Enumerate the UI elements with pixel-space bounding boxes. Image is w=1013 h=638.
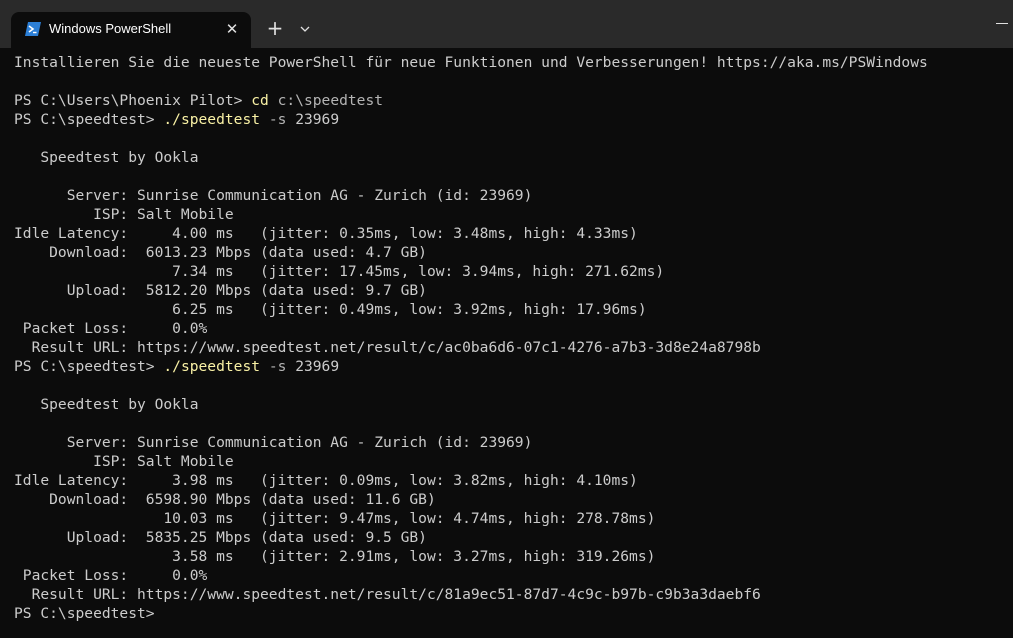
tab-windows-powershell[interactable]: Windows PowerShell ✕ xyxy=(11,12,251,48)
output-line: Speedtest by Ookla xyxy=(14,396,199,413)
output-line: Upload: 5812.20 Mbps (data used: 9.7 GB) xyxy=(14,282,427,299)
argument-value: 23969 xyxy=(295,358,340,375)
chevron-down-icon xyxy=(300,26,310,32)
minimize-button[interactable] xyxy=(990,14,1012,34)
output-line: 3.58 ms (jitter: 2.91ms, low: 3.27ms, hi… xyxy=(14,548,656,565)
output-line: Idle Latency: 3.98 ms (jitter: 0.09ms, l… xyxy=(14,472,638,489)
output-line: Result URL: https://www.speedtest.net/re… xyxy=(14,586,761,603)
output-line: 7.34 ms (jitter: 17.45ms, low: 3.94ms, h… xyxy=(14,263,665,280)
command-text: ./speedtest xyxy=(163,358,261,375)
output-line: PS C:\speedtest> xyxy=(14,605,155,622)
output-line: Server: Sunrise Communication AG - Zuric… xyxy=(14,187,533,204)
output-line: ISP: Salt Mobile xyxy=(14,453,234,470)
prompt-text: PS C:\speedtest> xyxy=(14,111,164,128)
output-line: Packet Loss: 0.0% xyxy=(14,320,208,337)
new-tab-button[interactable]: + xyxy=(262,17,288,41)
output-line: Installieren Sie die neueste PowerShell … xyxy=(14,54,928,71)
prompt-text: PS C:\Users\Phoenix Pilot> xyxy=(14,92,252,109)
tab-title: Windows PowerShell xyxy=(49,21,172,36)
prompt-line: PS C:\speedtest> ./speedtest -s 23969 xyxy=(14,110,1013,129)
command-text: ./speedtest xyxy=(163,111,261,128)
argument-text: -s xyxy=(260,358,296,375)
prompt-text: PS C:\speedtest> xyxy=(14,358,164,375)
output-line: Idle Latency: 4.00 ms (jitter: 0.35ms, l… xyxy=(14,225,638,242)
output-line: 10.03 ms (jitter: 9.47ms, low: 4.74ms, h… xyxy=(14,510,656,527)
output-line: 6.25 ms (jitter: 0.49ms, low: 3.92ms, hi… xyxy=(14,301,647,318)
powershell-icon xyxy=(25,22,41,36)
tab-dropdown-button[interactable] xyxy=(294,19,316,39)
argument-text: c:\speedtest xyxy=(268,92,384,109)
output-line: Packet Loss: 0.0% xyxy=(14,567,208,584)
prompt-line: PS C:\Users\Phoenix Pilot> cd c:\speedte… xyxy=(14,91,1013,110)
prompt-line: PS C:\speedtest> ./speedtest -s 23969 xyxy=(14,357,1013,376)
output-line: Result URL: https://www.speedtest.net/re… xyxy=(14,339,761,356)
output-line: Download: 6598.90 Mbps (data used: 11.6 … xyxy=(14,491,436,508)
argument-text: -s xyxy=(260,111,296,128)
output-line: ISP: Salt Mobile xyxy=(14,206,234,223)
title-bar[interactable]: Windows PowerShell ✕ + xyxy=(0,0,1013,48)
output-line: Upload: 5835.25 Mbps (data used: 9.5 GB) xyxy=(14,529,427,546)
command-text: cd xyxy=(251,92,269,109)
output-line: Download: 6013.23 Mbps (data used: 4.7 G… xyxy=(14,244,427,261)
terminal-output[interactable]: Installieren Sie die neueste PowerShell … xyxy=(0,48,1013,638)
powershell-window: Windows PowerShell ✕ + Installieren Sie … xyxy=(0,0,1013,638)
output-line: Server: Sunrise Communication AG - Zuric… xyxy=(14,434,533,451)
close-tab-button[interactable]: ✕ xyxy=(221,18,243,40)
argument-value: 23969 xyxy=(295,111,340,128)
output-line: Speedtest by Ookla xyxy=(14,149,199,166)
